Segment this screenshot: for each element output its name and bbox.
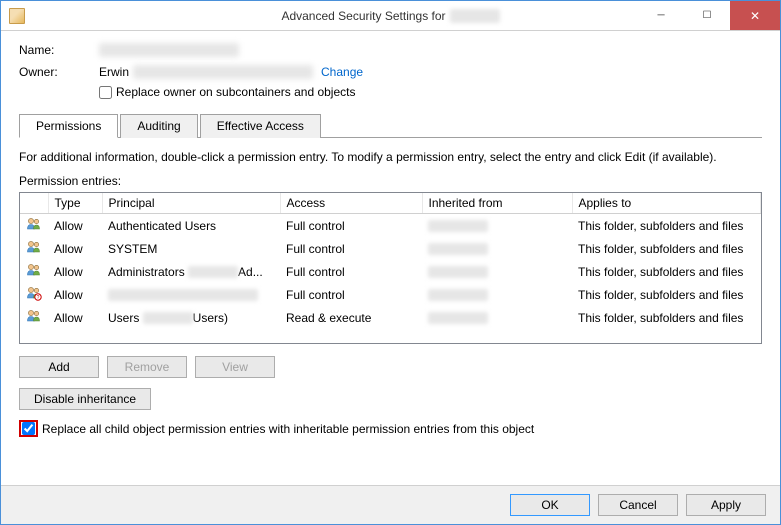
perm-entries-label: Permission entries: xyxy=(19,174,762,188)
replace-child-checkbox[interactable] xyxy=(22,422,35,435)
cell-principal xyxy=(102,283,280,306)
cell-principal: Administrators Ad... xyxy=(102,260,280,283)
minimize-button[interactable]: ─ xyxy=(638,1,684,30)
window-title: Advanced Security Settings for xyxy=(281,9,499,23)
title-text: Advanced Security Settings for xyxy=(281,9,445,23)
owner-name: Erwin xyxy=(99,65,129,79)
title-target-redacted xyxy=(450,9,500,23)
entry-buttons: Add Remove View xyxy=(19,356,762,378)
group-icon: ? xyxy=(26,285,42,301)
svg-text:?: ? xyxy=(37,295,40,301)
cell-access: Full control xyxy=(280,237,422,260)
replace-child-row: Replace all child object permission entr… xyxy=(19,420,762,437)
maximize-button[interactable]: ☐ xyxy=(684,1,730,30)
table-row[interactable]: AllowAdministrators Ad...Full control Thi… xyxy=(20,260,761,283)
owner-label: Owner: xyxy=(19,65,99,79)
cell-principal: Authenticated Users xyxy=(102,214,280,238)
owner-row: Owner: Erwin Change xyxy=(19,65,762,79)
table-row[interactable]: AllowUsers Users)Read & execute This fold… xyxy=(20,306,761,329)
tab-permissions[interactable]: Permissions xyxy=(19,114,118,138)
close-button[interactable]: ✕ xyxy=(730,1,780,30)
col-icon[interactable] xyxy=(20,193,48,214)
cell-principal: Users Users) xyxy=(102,306,280,329)
replace-child-highlight xyxy=(19,420,38,437)
cell-type: Allow xyxy=(48,283,102,306)
cell-type: Allow xyxy=(48,237,102,260)
cell-inherited xyxy=(422,260,572,283)
col-principal[interactable]: Principal xyxy=(102,193,280,214)
info-text: For additional information, double-click… xyxy=(19,150,762,164)
col-access[interactable]: Access xyxy=(280,193,422,214)
cell-type: Allow xyxy=(48,260,102,283)
permissions-table-wrap: Type Principal Access Inherited from App… xyxy=(19,192,762,344)
cell-type: Allow xyxy=(48,306,102,329)
table-row[interactable]: AllowAuthenticated UsersFull control This… xyxy=(20,214,761,238)
permissions-table: Type Principal Access Inherited from App… xyxy=(20,193,761,329)
col-applies[interactable]: Applies to xyxy=(572,193,761,214)
group-icon xyxy=(26,262,42,278)
group-icon xyxy=(26,308,42,324)
change-owner-link[interactable]: Change xyxy=(321,65,363,79)
table-row[interactable]: ? Allow Full control This folder, subfolder… xyxy=(20,283,761,306)
cell-inherited xyxy=(422,306,572,329)
cell-applies: This folder, subfolders and files xyxy=(572,283,761,306)
replace-owner-checkbox[interactable] xyxy=(99,86,112,99)
replace-owner-row: Replace owner on subcontainers and objec… xyxy=(99,85,762,99)
cell-applies: This folder, subfolders and files xyxy=(572,306,761,329)
name-row: Name: xyxy=(19,43,762,57)
cell-inherited xyxy=(422,237,572,260)
cell-applies: This folder, subfolders and files xyxy=(572,214,761,238)
cell-access: Full control xyxy=(280,283,422,306)
remove-button[interactable]: Remove xyxy=(107,356,187,378)
cell-type: Allow xyxy=(48,214,102,238)
cell-principal: SYSTEM xyxy=(102,237,280,260)
ok-button[interactable]: OK xyxy=(510,494,590,516)
cancel-button[interactable]: Cancel xyxy=(598,494,678,516)
replace-child-label: Replace all child object permission entr… xyxy=(42,422,534,436)
cell-access: Read & execute xyxy=(280,306,422,329)
titlebar: Advanced Security Settings for ─ ☐ ✕ xyxy=(1,1,780,31)
name-value-redacted xyxy=(99,43,239,57)
tab-effective-access[interactable]: Effective Access xyxy=(200,114,321,138)
security-settings-window: Advanced Security Settings for ─ ☐ ✕ Nam… xyxy=(0,0,781,525)
cell-inherited xyxy=(422,283,572,306)
owner-account-redacted xyxy=(133,65,313,79)
dialog-footer: OK Cancel Apply xyxy=(1,485,780,524)
replace-owner-label: Replace owner on subcontainers and objec… xyxy=(116,85,355,99)
name-label: Name: xyxy=(19,43,99,57)
col-type[interactable]: Type xyxy=(48,193,102,214)
inheritance-buttons: Disable inheritance xyxy=(19,388,762,410)
content-area: Name: Owner: Erwin Change Replace owner … xyxy=(1,31,780,485)
view-button[interactable]: View xyxy=(195,356,275,378)
group-icon xyxy=(26,216,42,232)
disable-inheritance-button[interactable]: Disable inheritance xyxy=(19,388,151,410)
cell-access: Full control xyxy=(280,214,422,238)
cell-applies: This folder, subfolders and files xyxy=(572,260,761,283)
group-icon xyxy=(26,239,42,255)
apply-button[interactable]: Apply xyxy=(686,494,766,516)
tab-auditing[interactable]: Auditing xyxy=(120,114,197,138)
window-controls: ─ ☐ ✕ xyxy=(638,1,780,30)
cell-access: Full control xyxy=(280,260,422,283)
add-button[interactable]: Add xyxy=(19,356,99,378)
cell-inherited xyxy=(422,214,572,238)
folder-icon xyxy=(9,8,25,24)
cell-applies: This folder, subfolders and files xyxy=(572,237,761,260)
col-inherited[interactable]: Inherited from xyxy=(422,193,572,214)
tab-strip: Permissions Auditing Effective Access xyxy=(19,113,762,138)
table-row[interactable]: AllowSYSTEMFull control This folder, subf… xyxy=(20,237,761,260)
